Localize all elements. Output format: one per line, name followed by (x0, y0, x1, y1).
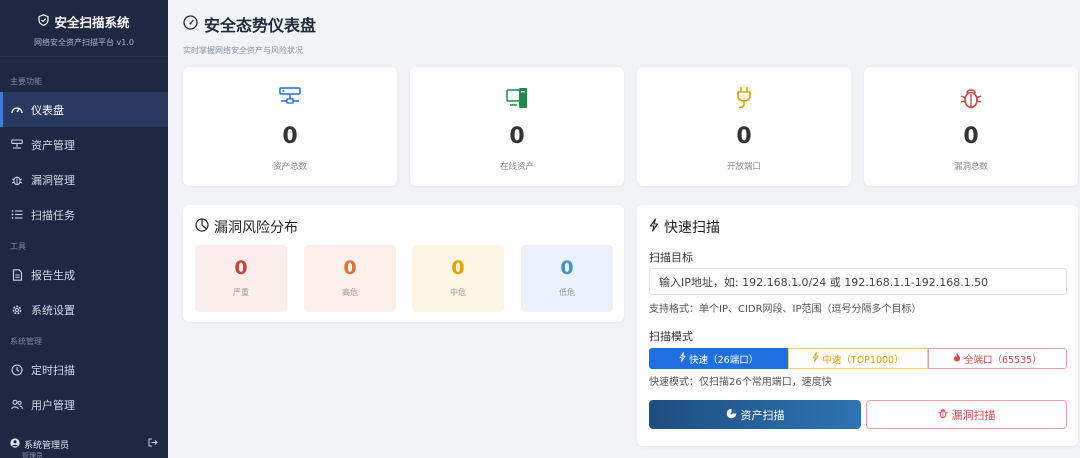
risk-box-medium: 0 中危 (412, 245, 504, 312)
sidebar-item-label: 用户管理 (31, 398, 75, 412)
quick-scan-panel: 快速扫描 扫描目标 支持格式：单个IP、CIDR网段、IP范围（逗号分隔多个目标… (637, 205, 1078, 446)
risk-value: 0 (234, 257, 248, 279)
mode-label: 全端口（65535） (963, 354, 1042, 366)
risk-value: 0 (560, 257, 574, 279)
sidebar-item-tasks[interactable]: 扫描任务 (0, 197, 168, 232)
risk-box-low: 0 低危 (521, 245, 613, 312)
gauge-icon (183, 14, 198, 34)
server-icon (11, 139, 23, 151)
vuln-scan-button[interactable]: 漏洞扫描 (866, 400, 1067, 429)
lightning-icon (812, 352, 819, 365)
asset-scan-button[interactable]: 资产扫描 (649, 400, 861, 429)
asset-scan-label: 资产扫描 (740, 408, 785, 422)
user-icon (10, 438, 20, 451)
sidebar-item-label: 扫描任务 (31, 208, 75, 222)
sidebar-item-dashboard[interactable]: 仪表盘 (0, 92, 168, 127)
users-icon (11, 399, 23, 411)
network-server-icon (183, 86, 397, 110)
mode-label: 中速（TOP1000） (822, 354, 904, 366)
mode-label: 快速（26端口） (689, 354, 759, 366)
bug-icon (11, 174, 23, 186)
stat-card-total-vulns: 0 漏洞总数 (864, 67, 1078, 186)
stat-card-online-assets: 0 在线资产 (410, 67, 624, 186)
risk-value: 0 (343, 257, 357, 279)
vuln-scan-label: 漏洞扫描 (951, 408, 996, 422)
plug-icon (637, 86, 851, 110)
radar-icon (726, 408, 737, 422)
sidebar-item-settings[interactable]: 系统设置 (0, 292, 168, 327)
mode-full-button[interactable]: 全端口（65535） (927, 348, 1067, 369)
risk-value: 0 (451, 257, 465, 279)
sidebar-item-reports[interactable]: 报告生成 (0, 257, 168, 292)
stat-label: 开放端口 (726, 162, 761, 172)
stat-label: 漏洞总数 (953, 162, 988, 172)
app-title: 安全扫描系统 (54, 15, 130, 30)
stat-value: 0 (282, 124, 298, 149)
pie-chart-icon (195, 218, 209, 236)
risk-label: 中危 (450, 288, 466, 297)
risk-label: 低危 (559, 288, 575, 297)
logout-icon[interactable] (148, 438, 158, 450)
sidebar-item-vulns[interactable]: 漏洞管理 (0, 162, 168, 197)
scan-mode-group: 快速（26端口） 中速（TOP1000） 全端口（65535） (649, 348, 1067, 369)
mode-hint: 快速模式：仅扫描26个常用端口，速度快 (649, 377, 832, 388)
brand: 安全扫描系统 网络安全资产扫描平台 v1.0 (0, 0, 168, 57)
mode-label: 扫描模式 (649, 330, 693, 343)
sidebar-item-label: 系统设置 (31, 303, 75, 317)
gear-icon (11, 304, 23, 316)
stat-value: 0 (736, 124, 752, 149)
stat-card-total-assets: 0 资产总数 (183, 67, 397, 186)
stat-label: 在线资产 (499, 162, 534, 172)
risk-box-critical: 0 严重 (195, 245, 287, 312)
dashboard-icon (11, 104, 23, 116)
risk-panel-title: 漏洞风险分布 (214, 220, 298, 236)
sidebar-item-label: 资产管理 (31, 138, 75, 152)
page-header: 安全态势仪表盘 实时掌握网络安全资产与风险状况 (183, 12, 316, 56)
stat-value: 0 (963, 124, 979, 149)
user-role: 管理员 (22, 452, 43, 458)
section-label-admin: 系统管理 (10, 337, 42, 346)
risk-label: 高危 (342, 288, 358, 297)
target-hint: 支持格式：单个IP、CIDR网段、IP范围（逗号分隔多个目标） (649, 304, 922, 315)
sidebar-item-scheduled-scan[interactable]: 定时扫描 (0, 352, 168, 387)
stat-label: 资产总数 (272, 162, 307, 172)
document-icon (11, 268, 23, 281)
clock-icon (11, 363, 23, 376)
mode-medium-button[interactable]: 中速（TOP1000） (788, 348, 928, 369)
lightning-icon (679, 352, 686, 365)
sidebar-item-label: 报告生成 (31, 268, 75, 282)
stat-card-open-ports: 0 开放端口 (637, 67, 851, 186)
risk-distribution-panel: 漏洞风险分布 0 严重 0 高危 0 中危 0 低危 (183, 205, 624, 322)
stat-value: 0 (509, 124, 525, 149)
page-subtitle: 实时掌握网络安全资产与风险状况 (183, 46, 303, 55)
bug-icon (864, 86, 1078, 110)
sidebar-item-label: 定时扫描 (31, 363, 75, 377)
shield-icon (38, 14, 50, 29)
sidebar-item-assets[interactable]: 资产管理 (0, 127, 168, 162)
fire-icon (953, 352, 961, 365)
section-label-tools: 工具 (10, 242, 26, 251)
quick-scan-title: 快速扫描 (664, 220, 720, 236)
page-title: 安全态势仪表盘 (204, 16, 317, 35)
mode-fast-button[interactable]: 快速（26端口） (649, 348, 789, 369)
bug-icon (937, 408, 948, 422)
user-profile[interactable]: 系统管理员 管理员 (0, 434, 168, 458)
sidebar-item-users[interactable]: 用户管理 (0, 387, 168, 422)
risk-label: 严重 (233, 288, 249, 297)
scan-target-input[interactable] (649, 268, 1067, 295)
list-icon (11, 209, 23, 221)
target-label: 扫描目标 (649, 251, 693, 264)
devices-icon (410, 86, 624, 110)
app-subtitle: 网络安全资产扫描平台 v1.0 (34, 38, 134, 47)
sidebar-item-label: 仪表盘 (31, 103, 64, 117)
sidebar-item-label: 漏洞管理 (31, 173, 75, 187)
lightning-icon (649, 218, 659, 236)
user-name: 系统管理员 (24, 441, 70, 451)
sidebar: 安全扫描系统 网络安全资产扫描平台 v1.0 主要功能 仪表盘 资产管理 漏洞管… (0, 0, 168, 458)
section-label-main: 主要功能 (10, 77, 42, 86)
risk-box-high: 0 高危 (304, 245, 396, 312)
